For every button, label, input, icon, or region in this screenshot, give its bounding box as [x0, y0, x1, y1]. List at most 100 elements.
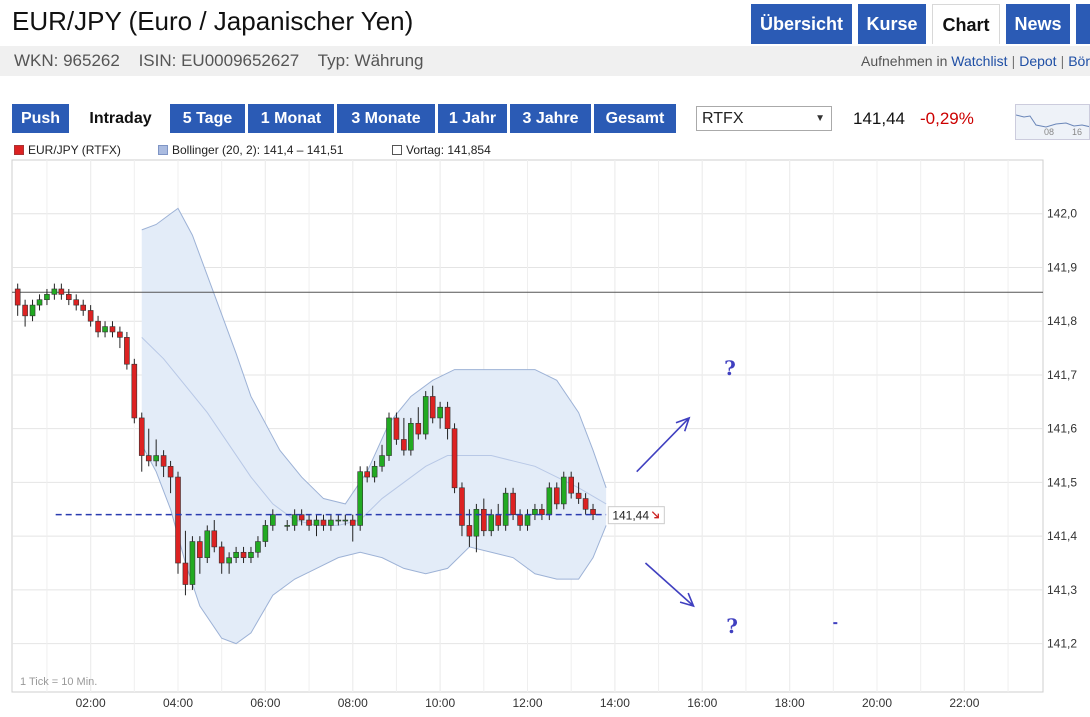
candle-body	[517, 514, 523, 526]
intraday-chart[interactable]: 141,2 141,3 141,4 141,5 141,6 141,7 141,8 141,9…	[0, 158, 1090, 717]
range-gesamt[interactable]: Gesamt	[594, 104, 676, 133]
candle-body	[539, 508, 545, 515]
candle-body	[320, 519, 327, 526]
x-tick-label: 10:00	[425, 696, 455, 710]
candle-body	[386, 417, 392, 456]
x-tick-label: 16:00	[687, 696, 717, 710]
range-intraday[interactable]: Intraday	[73, 104, 168, 133]
tick-interval-note: 1 Tick = 10 Min.	[20, 676, 97, 688]
x-tick-label: 08:00	[338, 696, 368, 710]
candle-body	[131, 363, 138, 419]
candle-body	[298, 514, 305, 521]
range-3-monate[interactable]: 3 Monate	[337, 104, 435, 133]
wkn-label: WKN: 965262	[14, 51, 120, 70]
last-price-label: 141,44	[612, 509, 649, 523]
candle-body	[262, 525, 269, 542]
legend-bollinger: Bollinger (20, 2): 141,4 – 141,51	[158, 143, 343, 157]
candle-body	[270, 514, 276, 526]
tab-kurse[interactable]: Kurse	[858, 4, 926, 44]
overview-thumbnail[interactable]: 08 16	[1015, 104, 1090, 140]
range-1-jahr[interactable]: 1 Jahr	[438, 104, 507, 133]
overview-sparkline: 08 16	[1016, 114, 1089, 137]
type-label: Typ: Währung	[317, 51, 424, 70]
add-to-label: Aufnehmen in	[860, 53, 948, 69]
candle-body	[371, 466, 378, 478]
annotation-question-mark: ?	[726, 614, 738, 638]
x-tick-label: 02:00	[76, 696, 106, 710]
candle-body	[553, 487, 560, 505]
candle-body	[109, 326, 116, 333]
candle-body	[429, 396, 436, 419]
candle-body	[408, 423, 414, 451]
exchange-select-value: RTFX	[702, 110, 744, 127]
security-info-bar: WKN: 965262 ISIN: EU0009652627 Typ: Währ…	[0, 46, 1090, 76]
candle-body	[524, 514, 531, 526]
candle-body	[437, 406, 443, 419]
candle-body	[459, 487, 465, 526]
candle-body	[335, 519, 342, 522]
x-tick-label: 04:00	[163, 696, 193, 710]
candle-body	[36, 299, 43, 306]
candle-body	[240, 551, 247, 558]
tab-more[interactable]	[1076, 4, 1090, 44]
candle-body	[357, 471, 363, 526]
candle-body	[349, 519, 356, 526]
candle-body	[95, 320, 101, 333]
candle-body	[532, 508, 538, 515]
candle-body	[204, 530, 211, 558]
candle-body	[211, 530, 218, 548]
thumb-label-16: 16	[1072, 127, 1082, 137]
range-1-monat[interactable]: 1 Monat	[248, 104, 334, 133]
candle-body	[379, 455, 385, 467]
candle-body	[197, 541, 203, 558]
candle-body	[102, 326, 108, 333]
candle-body	[560, 476, 567, 505]
candle-body	[466, 525, 473, 537]
chevron-down-icon: ▼	[815, 113, 825, 124]
legend-vortag-label: Vortag: 141,854	[406, 143, 491, 157]
legend-series: EUR/JPY (RTFX)	[14, 143, 121, 157]
candle-body	[87, 310, 94, 322]
candle-body	[495, 514, 502, 526]
y-tick-label: 141,2	[1047, 637, 1077, 651]
candle-body	[44, 294, 50, 301]
legend-swatch-series	[14, 145, 24, 155]
candle-body	[415, 423, 422, 435]
candle-body	[160, 455, 167, 467]
candle-body	[29, 304, 36, 317]
y-tick-label: 141,6	[1047, 422, 1077, 436]
x-tick-label: 12:00	[512, 696, 542, 710]
candle-body	[145, 455, 152, 462]
y-tick-label: 141,8	[1047, 314, 1077, 328]
candle-body	[138, 417, 145, 456]
annotation-question-mark: ?	[724, 356, 736, 380]
legend-vortag: Vortag: 141,854	[392, 143, 491, 157]
tab-chart[interactable]: Chart	[932, 4, 1000, 44]
x-tick-label: 22:00	[949, 696, 979, 710]
watchlist-link[interactable]: Watchlist	[951, 53, 1007, 69]
annotation-dot	[833, 622, 838, 625]
candle-body	[117, 331, 123, 338]
boerse-link[interactable]: Bör	[1068, 53, 1090, 69]
exchange-select[interactable]: RTFX ▼	[696, 106, 832, 131]
y-tick-label: 141,7	[1047, 368, 1077, 382]
tab-news[interactable]: News	[1006, 4, 1070, 44]
candle-body	[14, 288, 21, 306]
candle-body	[124, 337, 130, 365]
candle-body	[65, 294, 72, 301]
candle-body	[284, 525, 291, 527]
y-tick-label: 141,3	[1047, 583, 1077, 597]
candle-body	[590, 508, 596, 515]
y-tick-label: 141,9	[1047, 260, 1077, 274]
range-push[interactable]: Push	[12, 104, 69, 133]
candle-body	[182, 562, 189, 585]
isin-label: ISIN: EU0009652627	[138, 51, 300, 70]
range-5-tage[interactable]: 5 Tage	[170, 104, 245, 133]
tab-uebersicht[interactable]: Übersicht	[751, 4, 852, 44]
legend-swatch-vortag	[392, 145, 402, 155]
range-3-jahre[interactable]: 3 Jahre	[510, 104, 591, 133]
candle-body	[51, 288, 58, 295]
candle-body	[233, 551, 239, 558]
depot-link[interactable]: Depot	[1019, 53, 1056, 69]
last-price: 141,44	[853, 109, 905, 128]
